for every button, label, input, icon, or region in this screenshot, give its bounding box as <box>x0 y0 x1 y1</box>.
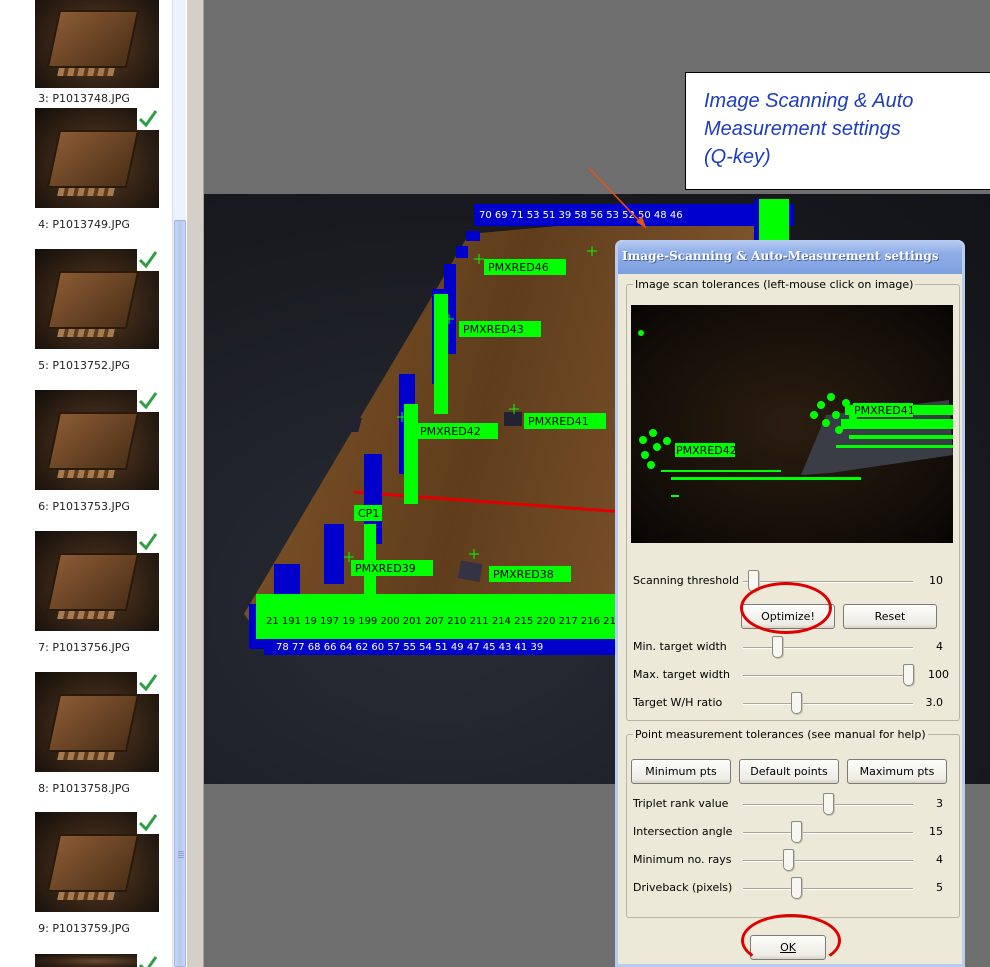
thumbnail-label: 5: P1013752.JPG <box>38 359 130 372</box>
thumbnail-image[interactable] <box>35 108 159 208</box>
minimum-rays-value: 4 <box>936 853 943 866</box>
target-label: PMXRED42 <box>420 425 481 438</box>
thumbnail-label: 6: P1013753.JPG <box>38 500 130 513</box>
grip-icon <box>178 851 184 859</box>
driveback-track[interactable] <box>743 888 913 890</box>
scrollbar-thumb[interactable] <box>174 220 186 967</box>
checkmark-icon <box>137 812 159 834</box>
scanning-threshold-label: Scanning threshold <box>633 574 740 587</box>
callout-line: Image Scanning & Auto <box>704 90 914 112</box>
target-wh-ratio-track[interactable] <box>743 703 913 705</box>
max-target-width-value: 100 <box>928 668 949 681</box>
target-wh-ratio-value: 3.0 <box>925 696 944 709</box>
intersection-angle-label: Intersection angle <box>633 825 733 838</box>
ok-highlight-ring <box>741 914 841 967</box>
min-target-width-slider[interactable] <box>771 636 783 658</box>
callout-arrow <box>588 167 647 229</box>
thumbnail-label: 7: P1013756.JPG <box>38 641 130 654</box>
max-target-width-track[interactable] <box>743 675 913 677</box>
min-target-width-label: Min. target width <box>633 640 727 653</box>
callout-line: Measurement settings <box>704 118 901 140</box>
scan-tolerances-group: Image scan tolerances (left-mouse click … <box>626 278 960 721</box>
thumbnail-label: 9: P1013759.JPG <box>38 922 130 935</box>
checkmark-icon <box>137 954 159 967</box>
optimize-highlight-ring <box>740 582 832 634</box>
minimum-rays-label: Minimum no. rays <box>633 853 732 866</box>
checkmark-icon <box>137 249 159 271</box>
thumbnail-label: 3: P1013748.JPG <box>38 92 130 105</box>
driveback-value: 5 <box>936 881 943 894</box>
dialog-title[interactable]: Image-Scanning & Auto-Measurement settin… <box>618 240 962 274</box>
thumbnail-image[interactable] <box>35 812 159 912</box>
target-label: PMXRED41 <box>528 415 589 428</box>
checkmark-icon <box>137 108 159 130</box>
thumbnail-panel: 3: P1013748.JPG 4: P1013749.JPG 5: P1013… <box>0 0 172 967</box>
target-wh-ratio-slider[interactable] <box>791 692 802 714</box>
panel-splitter[interactable] <box>186 0 204 967</box>
target-label: PMXRED38 <box>493 568 554 581</box>
triplet-rank-label: Triplet rank value <box>633 797 729 810</box>
point-numbers: 78 77 68 66 64 62 60 57 55 54 51 49 47 4… <box>276 642 543 653</box>
triplet-rank-value: 3 <box>936 797 943 810</box>
min-target-width-track[interactable] <box>743 647 913 649</box>
target-label: PMXRED43 <box>463 323 524 336</box>
intersection-angle-track[interactable] <box>743 832 913 834</box>
scanning-threshold-value: 10 <box>929 574 943 587</box>
thumbnail-image[interactable] <box>35 0 159 88</box>
thumbnail-image[interactable] <box>35 249 159 349</box>
callout-line: (Q-key) <box>704 146 771 168</box>
thumbnail-label: 8: P1013758.JPG <box>38 782 130 795</box>
triplet-rank-slider[interactable] <box>823 793 834 815</box>
scan-preview-image[interactable]: PMXRED42 PMXRED41 <box>631 305 953 543</box>
checkmark-icon <box>137 531 159 553</box>
target-label: CP1 <box>358 507 379 520</box>
point-numbers: 21 191 19 197 19 199 200 201 207 210 211… <box>266 616 622 627</box>
min-target-width-value: 4 <box>936 640 943 653</box>
checkmark-icon <box>137 390 159 412</box>
thumbnail-scrollbar[interactable] <box>172 0 186 967</box>
preview-label: PMXRED42 <box>676 444 737 457</box>
thumbnail-label: 4: P1013749.JPG <box>38 218 130 231</box>
target-label: PMXRED39 <box>355 562 416 575</box>
minimum-rays-slider[interactable] <box>783 849 794 871</box>
group-label: Image scan tolerances (left-mouse click … <box>635 278 914 291</box>
driveback-slider[interactable] <box>791 877 802 899</box>
thumbnail-image[interactable] <box>35 954 159 967</box>
thumbnail-image[interactable] <box>35 531 159 631</box>
checkmark-icon <box>137 672 159 694</box>
minimum-pts-button[interactable]: Minimum pts <box>631 759 731 784</box>
thumbnail-image[interactable] <box>35 672 159 772</box>
target-wh-ratio-label: Target W/H ratio <box>633 696 723 709</box>
minimum-rays-track[interactable] <box>743 860 913 862</box>
callout-text: Image Scanning & Auto Measurement settin… <box>704 87 990 171</box>
max-target-width-label: Max. target width <box>633 668 730 681</box>
thumbnail-image[interactable] <box>35 390 159 490</box>
reset-button[interactable]: Reset <box>843 604 937 629</box>
driveback-label: Driveback (pixels) <box>633 881 733 894</box>
point-tolerances-group: Point measurement tolerances (see manual… <box>626 728 960 918</box>
group-label: Point measurement tolerances (see manual… <box>635 728 926 741</box>
target-label: PMXRED46 <box>488 261 549 274</box>
preview-label: PMXRED41 <box>854 404 915 417</box>
maximum-pts-button[interactable]: Maximum pts <box>847 759 947 784</box>
default-points-button[interactable]: Default points <box>739 759 839 784</box>
annotation-callout: Image Scanning & Auto Measurement settin… <box>685 72 990 190</box>
max-target-width-slider[interactable] <box>903 664 914 686</box>
intersection-angle-value: 15 <box>929 825 943 838</box>
scanning-threshold-track[interactable] <box>743 581 913 583</box>
intersection-angle-slider[interactable] <box>791 821 802 843</box>
